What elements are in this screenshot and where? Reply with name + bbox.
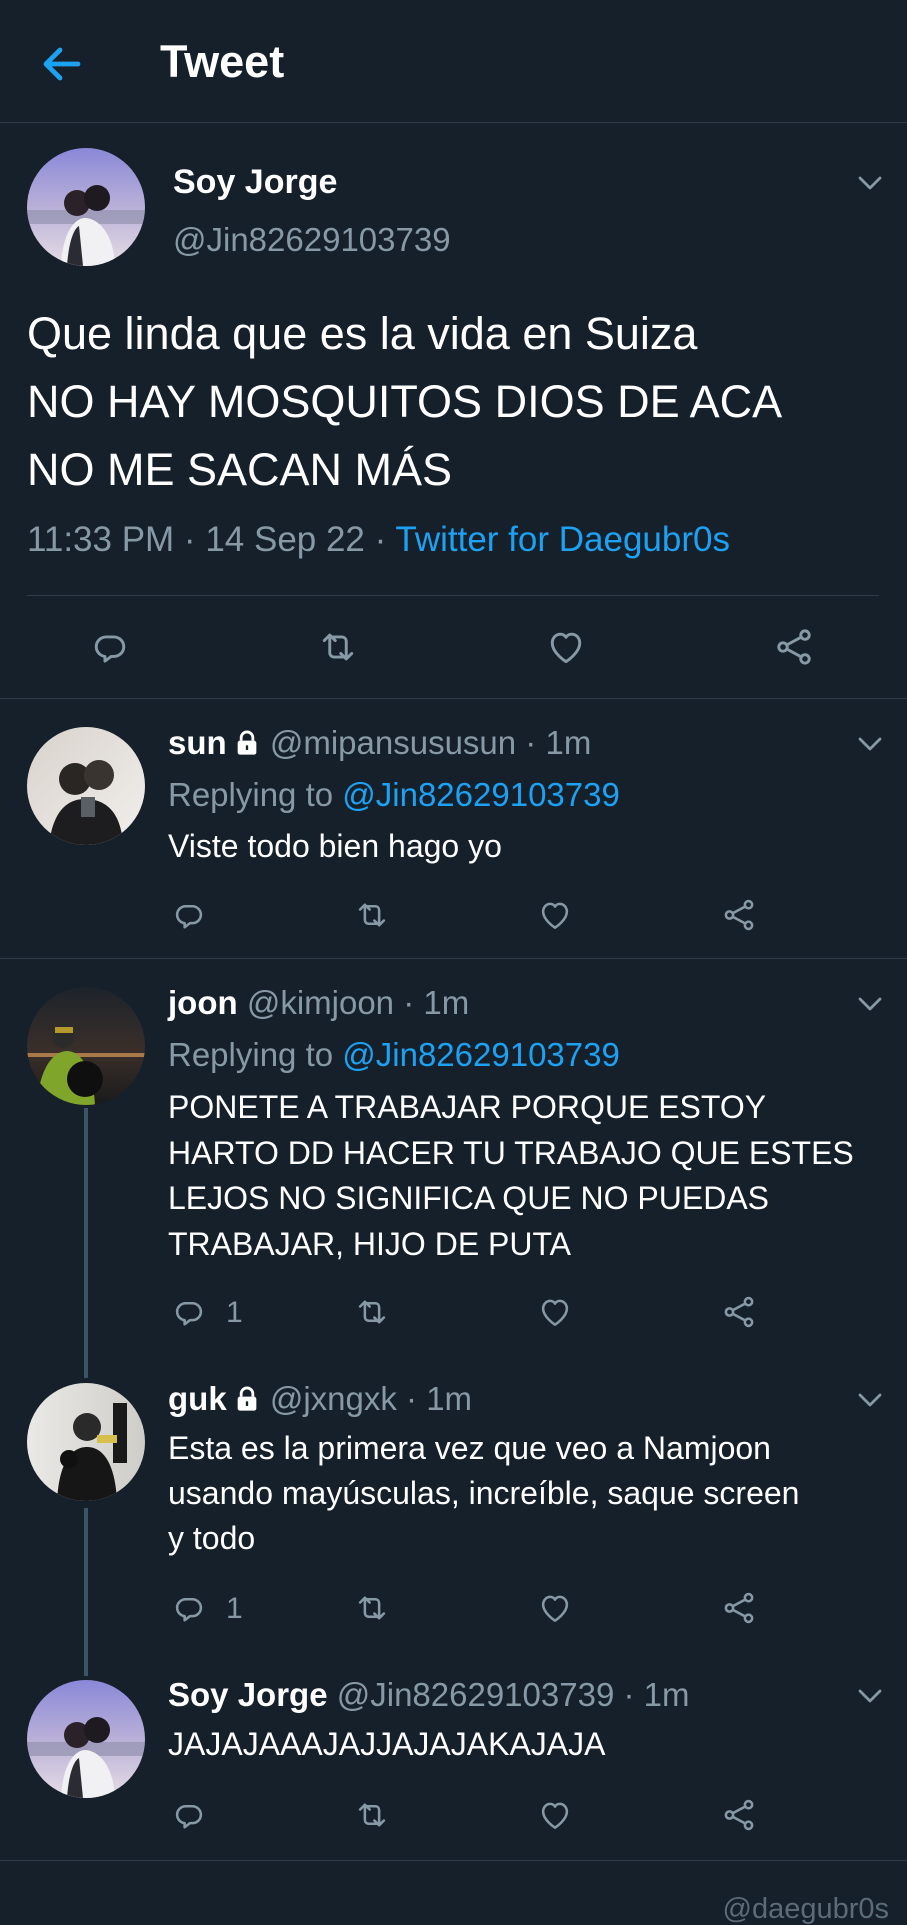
comment-icon[interactable]: [88, 625, 132, 669]
reply-text-line: LEJOS NO SIGNIFICA QUE NO PUEDAS: [168, 1180, 770, 1216]
reply-text-line: PONETE A TRABAJAR PORQUE ESTOY: [168, 1089, 767, 1125]
author-name[interactable]: Soy Jorge: [173, 163, 337, 202]
author-handle[interactable]: @mipansususun · 1m: [270, 724, 591, 761]
tweet-source[interactable]: Twitter for Daegubr0s: [395, 520, 730, 559]
author-name[interactable]: joon: [168, 984, 238, 1021]
lock-icon: [233, 1385, 261, 1413]
comment-icon[interactable]: [170, 1293, 208, 1331]
like-icon[interactable]: [536, 896, 574, 934]
avatar[interactable]: [27, 148, 145, 266]
reply-text: Esta es la primera vez que veo a Namjoon…: [168, 1426, 888, 1561]
author-handle[interactable]: @kimjoon · 1m: [247, 984, 469, 1021]
author-name[interactable]: Soy Jorge: [168, 1676, 328, 1713]
retweet-icon[interactable]: [353, 896, 391, 934]
main-tweet: Soy Jorge @Jin82629103739 Que linda que …: [0, 123, 907, 699]
comment-icon[interactable]: [170, 896, 208, 934]
divider: [27, 595, 879, 596]
reply-text-line: y todo: [168, 1520, 256, 1556]
retweet-icon[interactable]: [353, 1796, 391, 1834]
replying-to-handle[interactable]: @Jin82629103739: [342, 1036, 620, 1073]
author-name[interactable]: sun: [168, 724, 227, 761]
reply-text: PONETE A TRABAJAR PORQUE ESTOY HARTO DD …: [168, 1085, 888, 1267]
avatar[interactable]: [27, 1680, 145, 1798]
top-bar: Tweet: [0, 0, 907, 123]
like-icon[interactable]: [536, 1796, 574, 1834]
reply-text: Viste todo bien hago yo: [168, 828, 502, 864]
replying-to: Replying to @Jin82629103739: [168, 1036, 620, 1074]
chevron-down-icon[interactable]: [855, 1686, 885, 1706]
retweet-icon[interactable]: [353, 1589, 391, 1627]
like-icon[interactable]: [544, 625, 588, 669]
reply-count: 1: [226, 1296, 243, 1329]
reply-text-line: TRABAJAR, HIJO DE PUTA: [168, 1225, 572, 1262]
reply-text-line: HARTO DD HACER TU TRABAJO QUE ESTES: [168, 1134, 854, 1171]
avatar[interactable]: [27, 987, 145, 1105]
author-name[interactable]: guk: [168, 1380, 227, 1417]
share-icon[interactable]: [772, 625, 816, 669]
comment-icon[interactable]: [170, 1589, 208, 1627]
replying-label: Replying to: [168, 776, 343, 813]
tweet-text-line: NO ME SACAN MÁS: [27, 444, 453, 495]
divider: [0, 1860, 907, 1861]
back-arrow-icon[interactable]: [38, 40, 86, 88]
tweet-meta: 11:33 PM · 14 Sep 22 · Twitter for Daegu…: [27, 520, 730, 560]
avatar[interactable]: [27, 1383, 145, 1501]
share-icon[interactable]: [720, 896, 758, 934]
reply-header: joon @kimjoon · 1m: [168, 984, 469, 1022]
reply-text: JAJAJAAAJAJJAJAJAKAJAJA: [168, 1726, 606, 1762]
reply-text-line: usando mayúsculas, increíble, saque scre…: [168, 1475, 800, 1511]
reply-header: guk @jxngxk · 1m: [168, 1380, 472, 1418]
chevron-down-icon[interactable]: [855, 1390, 885, 1410]
author-handle[interactable]: @Jin82629103739: [173, 221, 451, 259]
reply-tweet[interactable]: joon @kimjoon · 1m Replying to @Jin82629…: [0, 960, 907, 1356]
divider: [0, 958, 907, 959]
tweet-text-line: Que linda que es la vida en Suiza: [27, 308, 698, 359]
chevron-down-icon[interactable]: [855, 173, 885, 193]
replying-to-handle[interactable]: @Jin82629103739: [342, 776, 620, 813]
chevron-down-icon[interactable]: [855, 994, 885, 1014]
watermark: @daegubr0s: [722, 1893, 890, 1925]
replying-to: Replying to @Jin82629103739: [168, 776, 620, 814]
reply-header: Soy Jorge @Jin82629103739 · 1m: [168, 1676, 689, 1714]
retweet-icon[interactable]: [316, 625, 360, 669]
reply-tweet[interactable]: guk @jxngxk · 1m Esta es la primera vez …: [0, 1356, 907, 1652]
avatar[interactable]: [27, 727, 145, 845]
reply-header: sun @mipansususun · 1m: [168, 724, 591, 762]
retweet-icon[interactable]: [353, 1293, 391, 1331]
tweet-text-line: NO HAY MOSQUITOS DIOS DE ACA: [27, 376, 783, 427]
tweet-timestamp[interactable]: 11:33 PM · 14 Sep 22 ·: [27, 520, 395, 559]
share-icon[interactable]: [720, 1796, 758, 1834]
share-icon[interactable]: [720, 1589, 758, 1627]
share-icon[interactable]: [720, 1293, 758, 1331]
reply-text-line: Esta es la primera vez que veo a Namjoon: [168, 1430, 771, 1466]
chevron-down-icon[interactable]: [855, 734, 885, 754]
page-title: Tweet: [160, 36, 285, 87]
author-handle[interactable]: @Jin82629103739 · 1m: [337, 1676, 690, 1713]
comment-icon[interactable]: [170, 1796, 208, 1834]
author-handle[interactable]: @jxngxk · 1m: [270, 1380, 472, 1417]
like-icon[interactable]: [536, 1589, 574, 1627]
tweet-actions: [0, 613, 907, 683]
lock-icon: [233, 729, 261, 757]
like-icon[interactable]: [536, 1293, 574, 1331]
reply-tweet[interactable]: Soy Jorge @Jin82629103739 · 1m JAJAJAAAJ…: [0, 1652, 907, 1860]
reply-count: 1: [226, 1592, 243, 1625]
reply-tweet[interactable]: sun @mipansususun · 1m Replying to @Jin8…: [0, 700, 907, 958]
tweet-text: Que linda que es la vida en Suiza NO HAY…: [27, 300, 887, 504]
replying-label: Replying to: [168, 1036, 343, 1073]
